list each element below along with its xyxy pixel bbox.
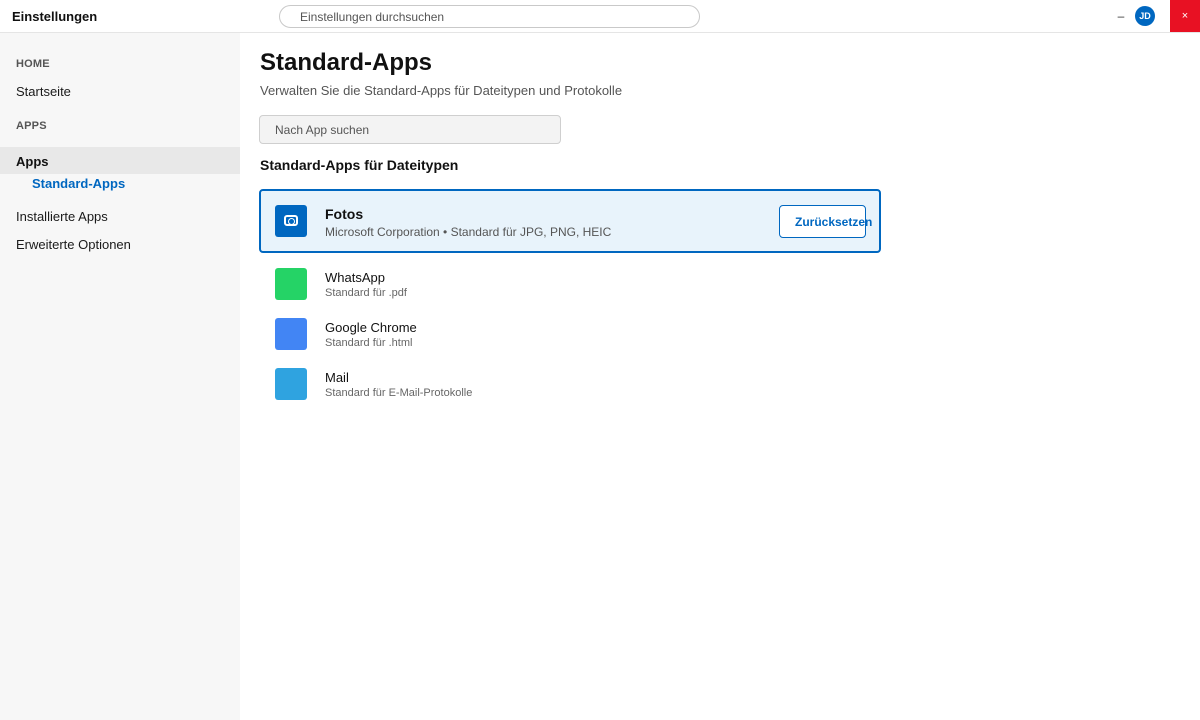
app-description: Standard für .pdf	[325, 287, 407, 299]
app-description: Standard für .html	[325, 337, 413, 349]
minimize-button[interactable]: –	[1113, 8, 1129, 24]
app-name: Google Chrome	[325, 320, 417, 335]
app-name: Fotos	[325, 206, 364, 222]
close-button[interactable]: ×	[1170, 0, 1200, 32]
page-title: Standard-Apps	[260, 49, 433, 76]
page-subtitle: Verwalten Sie die Standard-Apps für Date…	[260, 83, 623, 98]
fotos-app-icon	[275, 205, 307, 237]
app-card-fotos[interactable]: Fotos Microsoft Corporation • Standard f…	[259, 189, 881, 253]
sidebar-item-apps[interactable]: Apps	[16, 154, 49, 169]
sidebar-item-erweiterte-optionen[interactable]: Erweiterte Optionen	[16, 237, 131, 252]
chrome-app-icon	[275, 318, 307, 350]
settings-search-input[interactable]	[280, 6, 699, 27]
app-title: Einstellungen	[12, 9, 98, 24]
mail-app-icon	[275, 368, 307, 400]
app-row-whatsapp[interactable]: WhatsApp Standard für .pdf	[259, 268, 881, 314]
sidebar-heading-apps: APPS	[16, 120, 47, 132]
app-name: WhatsApp	[325, 270, 385, 285]
camera-icon	[284, 215, 298, 226]
title-bar: Einstellungen – JD ×	[0, 0, 1200, 33]
sidebar-heading-home: HOME	[16, 58, 50, 70]
sidebar: HOME Startseite APPS Apps Standard-Apps …	[0, 33, 240, 720]
app-description: Standard für E-Mail-Protokolle	[325, 387, 473, 399]
section-heading: Standard-Apps für Dateitypen	[260, 157, 459, 173]
app-name: Mail	[325, 370, 349, 385]
whatsapp-app-icon	[275, 268, 307, 300]
main-content: Standard-Apps Verwalten Sie die Standard…	[240, 33, 1200, 720]
app-row-google-chrome[interactable]: Google Chrome Standard für .html	[259, 318, 881, 364]
app-description: Microsoft Corporation • Standard für JPG…	[325, 225, 612, 239]
app-row-mail[interactable]: Mail Standard für E-Mail-Protokolle	[259, 368, 881, 414]
sidebar-item-standard-apps[interactable]: Standard-Apps	[32, 176, 125, 191]
app-search-input[interactable]	[260, 116, 560, 143]
settings-search-box[interactable]	[279, 5, 700, 28]
sidebar-item-installierte-apps[interactable]: Installierte Apps	[16, 209, 108, 224]
user-avatar[interactable]: JD	[1135, 6, 1155, 26]
app-search-box[interactable]	[259, 115, 561, 144]
reset-button[interactable]: Zurücksetzen	[779, 205, 872, 238]
sidebar-item-startseite[interactable]: Startseite	[16, 84, 71, 99]
